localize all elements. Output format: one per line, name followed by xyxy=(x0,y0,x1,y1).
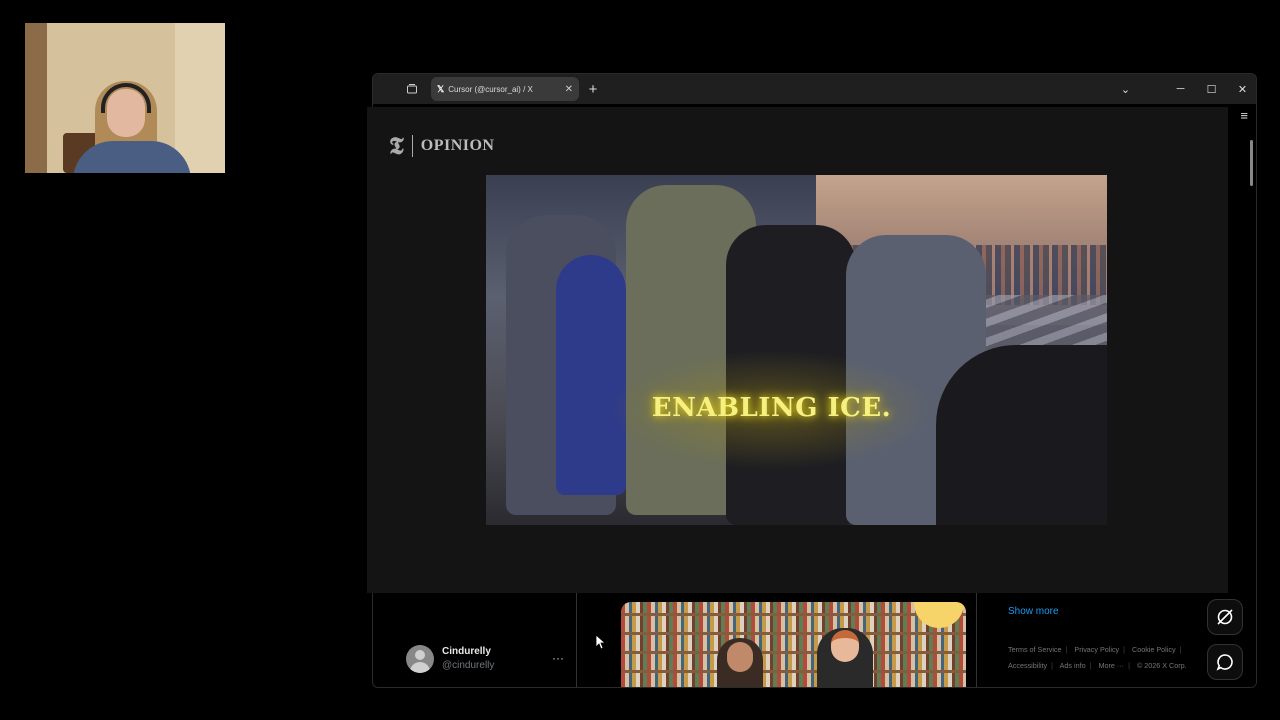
left-column: Cindurelly @cindurelly ··· xyxy=(373,592,577,687)
nyt-opinion-brand: 𝕿 OPINION xyxy=(389,131,494,160)
user-display-name: Cindurelly xyxy=(442,646,491,657)
footer-link-more[interactable]: More ··· xyxy=(1099,661,1125,670)
user-handle: @cindurelly xyxy=(442,660,495,671)
tab-actions-icon[interactable] xyxy=(399,76,425,102)
video-player[interactable]: ENABLING ICE. xyxy=(486,175,1107,525)
grok-icon xyxy=(1217,609,1233,625)
thumbnail-person xyxy=(717,638,763,687)
footer-link-cookie[interactable]: Cookie Policy xyxy=(1132,645,1176,654)
main-feed xyxy=(577,592,977,687)
post-media-thumbnail[interactable] xyxy=(621,602,966,687)
browser-titlebar: 𝕏 Cursor (@cursor_ai) / X ✕ + ⌄ ─ ☐ ✕ xyxy=(373,74,1256,104)
footer-link-ads-info[interactable]: Ads info xyxy=(1060,661,1086,670)
x-logo-icon: 𝕏 xyxy=(437,83,445,94)
more-options-icon[interactable]: ··· xyxy=(552,651,564,665)
minimize-button[interactable]: ─ xyxy=(1165,74,1196,104)
maximize-button[interactable]: ☐ xyxy=(1196,74,1227,104)
browser-menu-icon[interactable]: ≡ xyxy=(1240,108,1248,123)
tab-title: Cursor (@cursor_ai) / X xyxy=(448,84,533,94)
messages-button[interactable] xyxy=(1207,644,1243,680)
video-caption: ENABLING ICE. xyxy=(651,393,892,423)
avatar xyxy=(406,645,434,673)
browser-tab[interactable]: 𝕏 Cursor (@cursor_ai) / X ✕ xyxy=(431,77,579,101)
show-more-link[interactable]: Show more xyxy=(1008,606,1059,617)
footer-copyright: © 2026 X Corp. xyxy=(1136,661,1187,670)
scrollbar-thumb[interactable] xyxy=(1250,140,1253,186)
message-bubble-icon xyxy=(1216,654,1233,671)
tab-search-chevron-icon[interactable]: ⌄ xyxy=(1110,74,1141,104)
nyt-logo-icon: 𝕿 xyxy=(389,131,404,160)
grok-button[interactable] xyxy=(1207,599,1243,635)
mouse-pointer-icon xyxy=(595,634,605,650)
webcam-feed xyxy=(25,23,225,173)
close-window-button[interactable]: ✕ xyxy=(1227,74,1256,104)
video-overlay[interactable]: 𝕿 OPINION ENABLING ICE. xyxy=(367,107,1228,593)
section-label: OPINION xyxy=(420,136,495,154)
footer-link-terms[interactable]: Terms of Service xyxy=(1008,645,1062,654)
account-switcher[interactable]: Cindurelly @cindurelly ··· xyxy=(406,645,566,675)
new-tab-button[interactable]: + xyxy=(581,77,605,101)
footer-links: Terms of Service | Privacy Policy | Cookie… xyxy=(1008,645,1187,670)
footer-link-privacy[interactable]: Privacy Policy xyxy=(1074,645,1119,654)
thumbnail-person xyxy=(817,628,873,687)
tab-close-icon[interactable]: ✕ xyxy=(565,84,573,95)
footer-link-accessibility[interactable]: Accessibility xyxy=(1008,661,1047,670)
